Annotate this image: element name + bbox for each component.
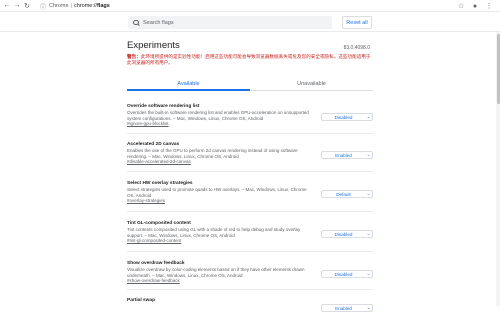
flag-link[interactable]: #ignore-gpu-blocklist [127,121,373,127]
chevron-down-icon: ⌄ [366,271,371,276]
chevron-down-icon: ⌄ [366,114,371,119]
search-input[interactable] [143,19,313,26]
flag-select[interactable]: Default ⌄ [321,190,373,198]
reset-all-button[interactable]: Reset all [342,16,372,29]
flag-select-value: Disabled [334,231,353,237]
flag-link[interactable]: #overlay-strategies [127,198,373,204]
arrow-left-icon[interactable]: ← [2,0,12,12]
flag-item: Override software rendering list Overrid… [127,96,373,134]
toolbar-actions: ☆ ● ⋮ [456,0,494,12]
flag-description: Enables the use of the GPU to perform 2d… [127,148,298,159]
kebab-menu-icon[interactable]: ⋮ [484,0,494,12]
browser-toolbar: ← → ↻ ⓘ Chrome | chrome://flags ☆ ● ⋮ [0,0,500,12]
warning-body: 此环境所提供的是实验性功能！启用这些功能可能会导致浏览器数据丢失或危及您的安全或… [127,54,371,65]
tab-bar: Available Unavailable [127,77,373,91]
warning-text: 警告：此环境所提供的是实验性功能！启用这些功能可能会导致浏览器数据丢失或危及您的… [127,54,373,66]
flag-description: Overrides the built-in software renderin… [127,110,309,121]
flag-item: Accelerated 2D canvas Enables the use of… [127,134,373,172]
version-label: 83.0.4098.0 [343,45,370,51]
flag-select[interactable]: Enabled ⌄ [321,304,373,312]
flag-select-value: Disabled [334,271,353,277]
flag-select[interactable]: Enabled ⌄ [321,151,373,159]
flag-item: Select HW overlay strategies Select stra… [127,172,373,212]
flag-item: Tint GL-composited content Tint contents… [127,212,373,252]
star-icon[interactable]: ☆ [456,0,466,12]
page-title: Experiments [127,40,180,51]
flag-description: Tint contents composited using GL with a… [127,227,301,238]
search-icon [133,19,139,26]
flag-link[interactable]: #show-overdraw-feedback [127,278,373,284]
warning-label: 警告： [127,54,141,59]
flag-select-value: Disabled [334,114,353,120]
reload-icon[interactable]: ↻ [22,0,32,12]
arrow-right-icon[interactable]: → [12,0,22,12]
flag-select[interactable]: Disabled ⌄ [321,270,373,278]
flag-description: Select strategies used to promote quads … [127,187,307,198]
flag-link[interactable]: #tint-gl-composited-content [127,238,373,244]
flag-description: Visualize overdraw by color-coding eleme… [127,267,305,278]
url-text: chrome://flags [74,3,110,9]
tab-available[interactable]: Available [127,77,250,91]
chevron-down-icon: ⌄ [366,231,371,236]
flags-list: Override software rendering list Overrid… [127,96,373,312]
flag-select-value: Enabled [335,152,352,158]
url-prefix: chrome:// [74,3,97,9]
flag-select[interactable]: Disabled ⌄ [321,113,373,121]
site-label: Chrome [49,3,69,9]
tab-unavailable[interactable]: Unavailable [250,77,373,90]
omnibox[interactable]: ⓘ Chrome | chrome://flags [40,2,110,11]
account-icon[interactable]: ● [470,0,480,12]
chevron-down-icon: ⌄ [366,152,371,157]
omnibox-separator: | [70,3,73,9]
flag-select[interactable]: Disabled ⌄ [321,230,373,238]
search-box[interactable] [128,16,332,29]
flags-header: Reset all [0,12,500,32]
url-page: flags [96,3,110,9]
flag-select-value: Enabled [335,305,352,311]
chevron-down-icon: ⌄ [366,191,371,196]
scrollbar-thumb[interactable] [496,34,500,104]
flag-select-value: Default [336,191,351,197]
flag-item: Partial swap Enabled ⌄ [127,290,373,312]
flag-item: Show overdraw feedback Visualize overdra… [127,252,373,290]
info-icon[interactable]: ⓘ [40,2,46,11]
flag-link[interactable]: #disable-accelerated-2d-canvas [127,159,373,165]
